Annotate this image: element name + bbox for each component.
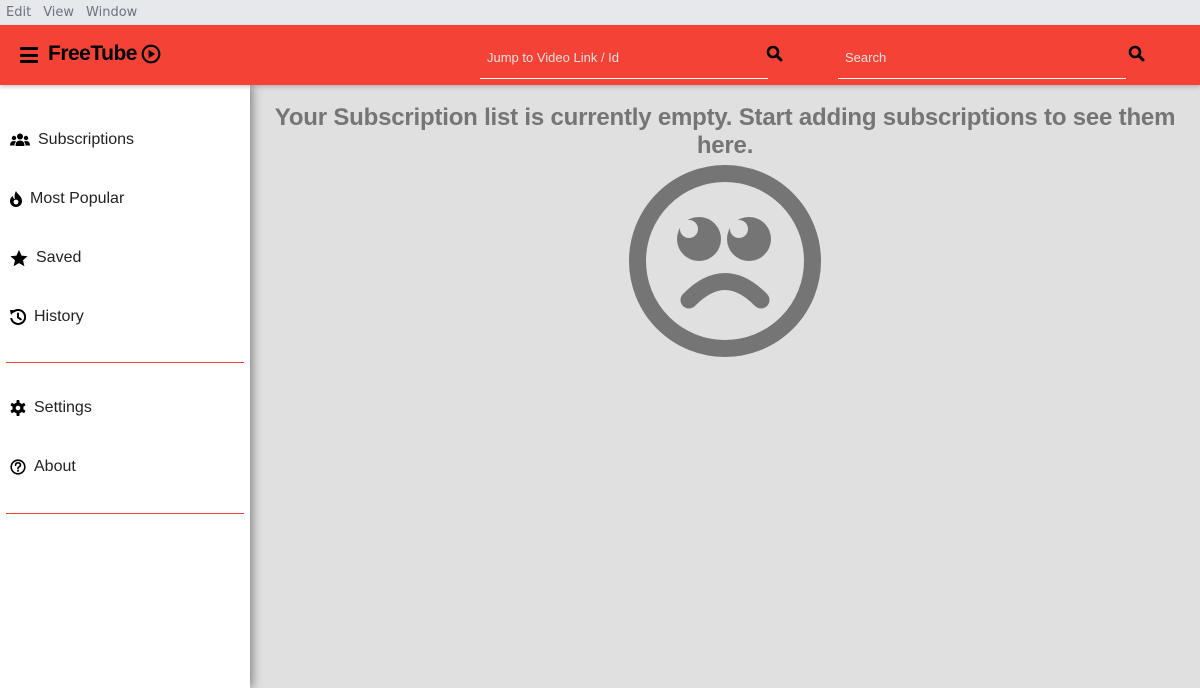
sidebar-item-label: Subscriptions [38,131,135,148]
question-circle-icon [10,459,26,475]
sidebar-item-most-popular[interactable]: Most Popular [10,184,124,214]
sidebar-item-label: Settings [34,399,92,416]
search-icon [766,45,783,62]
users-icon [10,133,30,147]
search-field [838,38,1126,79]
jump-search-button[interactable] [766,45,786,65]
star-icon [10,249,28,267]
sidebar-item-history[interactable]: History [10,302,84,332]
app-name: FreeTube [48,42,137,65]
empty-subscriptions-message: Your Subscription list is currently empt… [274,104,1176,159]
play-circle-icon [141,44,161,64]
search-icon [1128,45,1145,62]
sidebar-item-settings[interactable]: Settings [10,393,92,423]
sad-face-icon [629,165,821,357]
gear-icon [10,400,26,416]
main-content: Your Subscription list is currently empt… [250,85,1200,688]
sidebar-item-label: About [34,458,76,475]
history-icon [10,309,26,325]
jump-to-video-field [480,38,768,79]
hamburger-menu-icon[interactable] [20,47,38,63]
menu-window[interactable]: Window [86,5,137,20]
top-nav: FreeTube [0,25,1200,85]
search-input[interactable] [838,38,1126,76]
sidebar-item-about[interactable]: About [10,452,76,482]
menu-view[interactable]: View [43,5,74,20]
menu-edit[interactable]: Edit [6,5,31,20]
sidebar: Subscriptions Most Popular Saved History [0,85,250,688]
sidebar-item-label: Most Popular [30,190,125,207]
app-menubar: Edit View Window [0,0,1200,25]
app-logo[interactable]: FreeTube [48,42,161,66]
search-button[interactable] [1128,45,1148,65]
jump-to-video-input[interactable] [480,38,768,76]
fire-icon [10,191,22,207]
sidebar-item-subscriptions[interactable]: Subscriptions [10,125,134,155]
sidebar-item-label: History [34,308,84,325]
sidebar-item-label: Saved [36,249,82,266]
sidebar-divider [6,513,244,514]
sidebar-divider [6,362,244,363]
sidebar-item-saved[interactable]: Saved [10,243,81,273]
